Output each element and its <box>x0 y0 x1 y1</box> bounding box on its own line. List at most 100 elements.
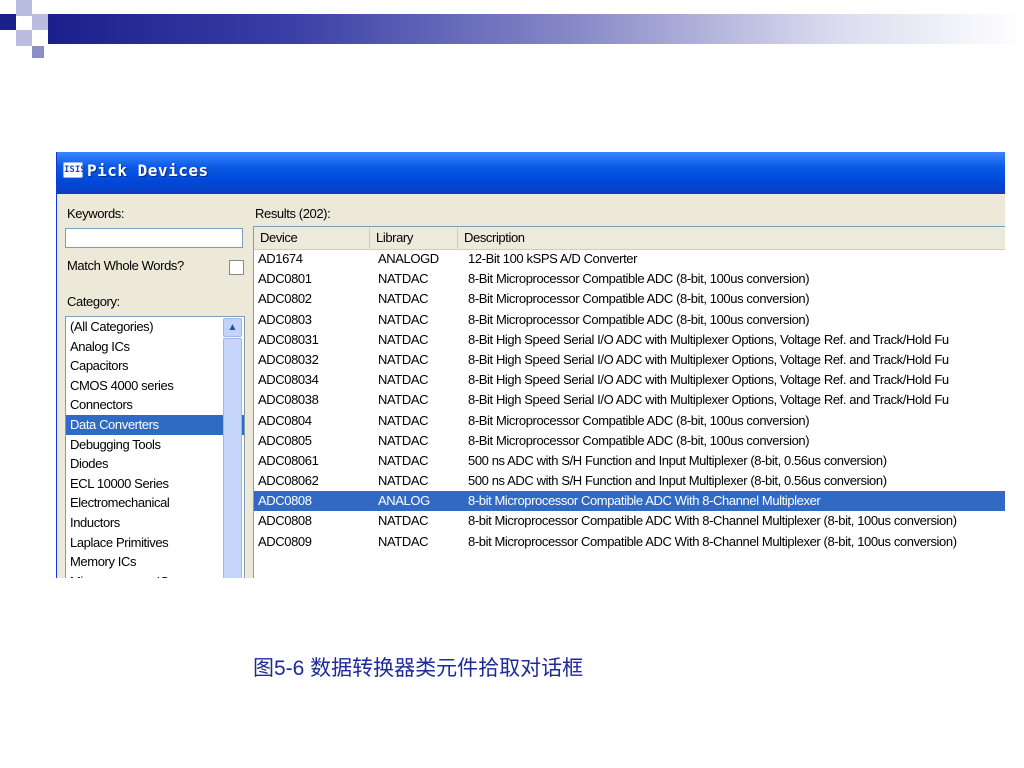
description-cell: 12-Bit 100 kSPS A/D Converter <box>468 251 638 266</box>
deco-square <box>0 14 16 30</box>
category-item[interactable]: Diodes <box>66 454 244 474</box>
category-item[interactable]: Memory ICs <box>66 552 244 572</box>
table-row[interactable]: AD1674 ANALOGD 12-Bit 100 kSPS A/D Convert… <box>254 249 1005 269</box>
isis-app-icon: ISIS <box>63 162 86 178</box>
category-item[interactable]: Microprocessor ICs <box>66 572 244 578</box>
category-item[interactable]: Debugging Tools <box>66 435 244 455</box>
title-bar[interactable]: ISIS Pick Devices <box>57 152 1005 194</box>
category-item[interactable]: CMOS 4000 series <box>66 376 244 396</box>
device-cell: ADC08032 <box>258 351 319 367</box>
library-cell: ANALOGD <box>378 251 439 266</box>
deco-square <box>16 0 32 16</box>
library-cell: NATDAC <box>378 392 429 408</box>
library-cell: NATDAC <box>378 331 429 347</box>
column-header-device[interactable]: Device <box>254 227 370 249</box>
results-rows: AD1674 ANALOGD 12-Bit 100 kSPS A/D Convert… <box>254 249 1005 552</box>
category-item[interactable]: Data Converters <box>66 414 244 435</box>
table-row[interactable]: ADC08038 NATDAC 8-Bit High Speed Serial I/… <box>254 390 1005 410</box>
table-row[interactable]: ADC0803 NATDAC 8-Bit Microprocessor Compat… <box>254 310 1005 330</box>
description-cell: 8-Bit High Speed Serial I/O ADC with Mul… <box>468 331 949 347</box>
category-item[interactable]: Capacitors <box>66 356 244 376</box>
device-cell: ADC0809 <box>258 533 312 549</box>
table-row[interactable]: ADC0808 ANALOG 8-bit Microprocessor Compat… <box>254 491 1005 512</box>
library-cell: NATDAC <box>378 351 429 367</box>
description-cell: 8-bit Microprocessor Compatible ADC With… <box>468 533 957 549</box>
device-cell: ADC08031 <box>258 331 319 347</box>
library-cell: NATDAC <box>378 271 429 287</box>
table-row[interactable]: ADC0809 NATDAC 8-bit Microprocessor Compat… <box>254 532 1005 552</box>
scroll-thumb[interactable] <box>223 338 242 578</box>
table-row[interactable]: ADC08034 NATDAC 8-Bit High Speed Serial I/… <box>254 370 1005 390</box>
library-cell: NATDAC <box>378 412 429 428</box>
device-cell: ADC0803 <box>258 311 312 327</box>
table-row[interactable]: ADC0805 NATDAC 8-Bit Microprocessor Compat… <box>254 431 1005 451</box>
description-cell: 500 ns ADC with S/H Function and Input M… <box>468 452 887 468</box>
header-gradient-band <box>48 14 1024 44</box>
category-list[interactable]: (All Categories) Analog ICs Capacitors CMOS… <box>65 316 245 578</box>
results-header: Device Library Description <box>254 227 1005 250</box>
device-cell: AD1674 <box>258 251 303 266</box>
description-cell: 8-bit Microprocessor Compatible ADC With… <box>468 493 821 509</box>
table-row[interactable]: ADC08062 NATDAC 500 ns ADC with S/H Functi… <box>254 471 1005 491</box>
category-item[interactable]: Electromechanical <box>66 493 244 513</box>
results-table[interactable]: Device Library Description AD1674 ANALOGD… <box>253 226 1005 578</box>
device-cell: ADC0802 <box>258 291 312 307</box>
description-cell: 8-Bit High Speed Serial I/O ADC with Mul… <box>468 392 949 408</box>
dialog-title: Pick Devices <box>87 161 209 180</box>
library-cell: NATDAC <box>378 473 429 489</box>
device-cell: ADC0805 <box>258 432 312 448</box>
description-cell: 8-Bit Microprocessor Compatible ADC (8-b… <box>468 311 810 327</box>
library-cell: ANALOG <box>378 493 430 509</box>
library-cell: NATDAC <box>378 452 429 468</box>
table-row[interactable]: ADC0808 NATDAC 8-bit Microprocessor Compat… <box>254 511 1005 531</box>
description-cell: 8-Bit Microprocessor Compatible ADC (8-b… <box>468 432 810 448</box>
keywords-input[interactable] <box>65 228 243 248</box>
column-header-library[interactable]: Library <box>370 227 458 249</box>
description-cell: 8-Bit Microprocessor Compatible ADC (8-b… <box>468 412 810 428</box>
table-row[interactable]: ADC08032 NATDAC 8-Bit High Speed Serial I/… <box>254 350 1005 370</box>
deco-square <box>32 46 44 58</box>
library-cell: NATDAC <box>378 533 429 549</box>
description-cell: 8-Bit Microprocessor Compatible ADC (8-b… <box>468 291 810 307</box>
description-cell: 8-Bit High Speed Serial I/O ADC with Mul… <box>468 351 949 367</box>
device-cell: ADC08038 <box>258 392 319 408</box>
table-row[interactable]: ADC0801 NATDAC 8-Bit Microprocessor Compat… <box>254 269 1005 289</box>
column-header-description[interactable]: Description <box>458 227 1005 249</box>
category-item[interactable]: Analog ICs <box>66 337 244 357</box>
keywords-label: Keywords: <box>67 206 125 221</box>
description-cell: 8-Bit Microprocessor Compatible ADC (8-b… <box>468 271 810 287</box>
table-row[interactable]: ADC0802 NATDAC 8-Bit Microprocessor Compat… <box>254 289 1005 309</box>
library-cell: NATDAC <box>378 432 429 448</box>
match-whole-words-checkbox[interactable] <box>229 260 244 275</box>
description-cell: 8-Bit High Speed Serial I/O ADC with Mul… <box>468 372 949 388</box>
table-row[interactable]: ADC08061 NATDAC 500 ns ADC with S/H Functi… <box>254 451 1005 471</box>
device-cell: ADC0801 <box>258 271 312 287</box>
deco-square <box>32 14 48 30</box>
category-item[interactable]: Inductors <box>66 513 244 533</box>
description-cell: 8-bit Microprocessor Compatible ADC With… <box>468 513 957 529</box>
device-cell: ADC08034 <box>258 372 319 388</box>
device-cell: ADC08062 <box>258 473 319 489</box>
category-item[interactable]: Connectors <box>66 395 244 415</box>
match-whole-words-label: Match Whole Words? <box>67 258 184 273</box>
results-label: Results (202): <box>255 206 331 221</box>
scroll-up-arrow-icon[interactable]: ▲ <box>223 318 242 337</box>
pick-devices-dialog: ISIS Pick Devices Keywords: Match Whole … <box>56 152 1005 578</box>
category-item[interactable]: Laplace Primitives <box>66 533 244 553</box>
category-label: Category: <box>67 294 120 309</box>
device-cell: ADC0808 <box>258 493 312 509</box>
library-cell: NATDAC <box>378 513 429 529</box>
category-item[interactable]: ECL 10000 Series <box>66 474 244 494</box>
library-cell: NATDAC <box>378 291 429 307</box>
category-item[interactable]: (All Categories) <box>66 317 244 337</box>
library-cell: NATDAC <box>378 372 429 388</box>
category-scrollbar[interactable]: ▲ <box>223 318 242 578</box>
device-cell: ADC0808 <box>258 513 312 529</box>
deco-square <box>16 30 32 46</box>
table-row[interactable]: ADC08031 NATDAC 8-Bit High Speed Serial I/… <box>254 330 1005 350</box>
figure-caption: 图5-6 数据转换器类元件拾取对话框 <box>253 657 584 680</box>
device-cell: ADC08061 <box>258 452 319 468</box>
table-row[interactable]: ADC0804 NATDAC 8-Bit Microprocessor Compat… <box>254 411 1005 431</box>
description-cell: 500 ns ADC with S/H Function and Input M… <box>468 473 887 489</box>
library-cell: NATDAC <box>378 311 429 327</box>
